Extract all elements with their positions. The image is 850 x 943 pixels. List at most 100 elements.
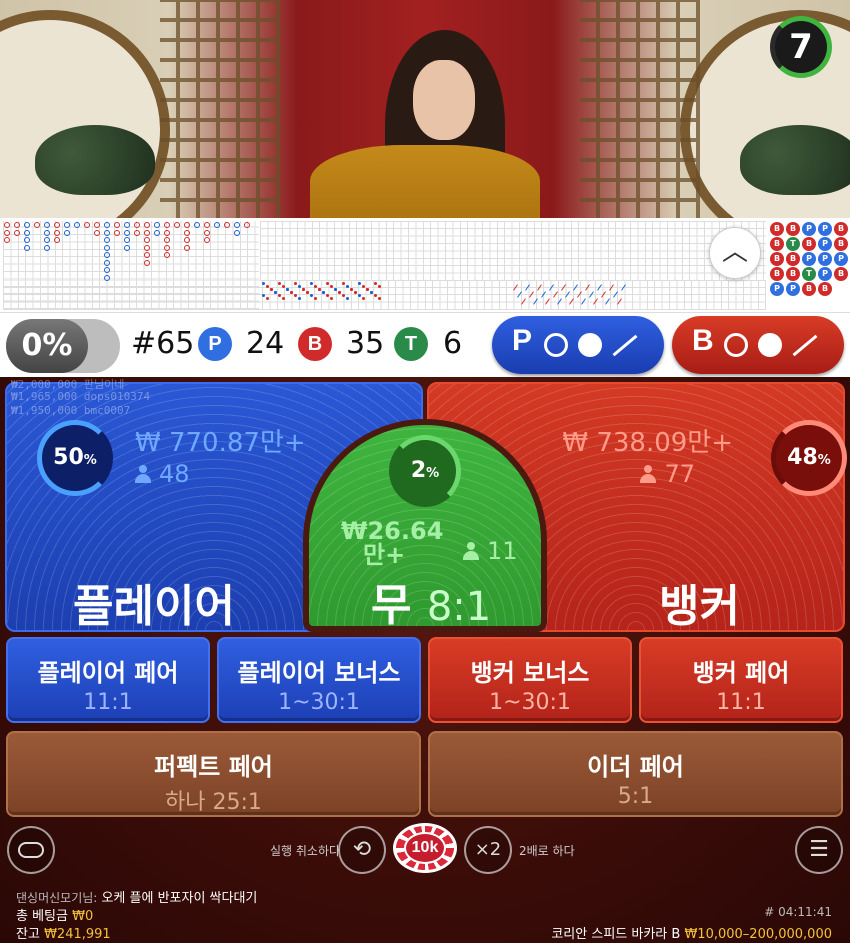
- road-mark: [4, 222, 10, 228]
- player-predict-button[interactable]: P: [492, 316, 664, 374]
- bead-cell: P: [818, 252, 832, 266]
- countdown-timer: 7: [770, 16, 832, 78]
- perfect-pair-title: 퍼펙트 페어: [154, 753, 273, 781]
- derived-road-mark: [378, 285, 381, 288]
- derived-road-mark: [346, 285, 349, 288]
- derived-road-mark: [274, 291, 277, 294]
- derived-road-mark: [262, 282, 265, 285]
- derived-road-mark: [266, 297, 269, 300]
- tie-badge: T: [394, 327, 428, 361]
- bead-cell: P: [818, 267, 832, 281]
- derived-road-mark: [350, 288, 353, 291]
- derived-road-mark: [266, 285, 269, 288]
- road-mark: [14, 222, 20, 228]
- road-mark: [134, 229, 140, 236]
- chat-icon: [18, 842, 44, 858]
- tie-amount-line1: ₩26.64: [341, 517, 444, 545]
- road-mark: [4, 237, 10, 243]
- slash-icon: [792, 334, 818, 357]
- road-mark: [24, 244, 30, 251]
- tie-bettor-count-value: 11: [487, 537, 518, 565]
- undo-button[interactable]: ⟲: [338, 826, 386, 874]
- banker-pair-bet[interactable]: 뱅커 페어 11:1: [639, 637, 843, 723]
- double-icon: ×2: [474, 839, 502, 860]
- bead-cell: B: [834, 222, 848, 236]
- bonsai-left: [35, 125, 155, 195]
- bead-cell: P: [786, 282, 800, 296]
- road-mark: [84, 222, 90, 228]
- road-mark: [44, 222, 50, 228]
- bead-cell: B: [802, 282, 816, 296]
- road-mark: [144, 237, 150, 243]
- derived-road-mark: [282, 285, 285, 288]
- chat-user: 댄싱머신모기님:: [16, 891, 98, 905]
- road-mark: [104, 252, 110, 258]
- road-mark: [14, 229, 20, 236]
- dealer-body: [310, 145, 540, 218]
- banker-percent-value: 48: [787, 445, 818, 470]
- bead-cell: B: [786, 267, 800, 281]
- player-bonus-bet[interactable]: 플레이어 보너스 1~30:1: [217, 637, 421, 723]
- road-mark: [54, 222, 60, 228]
- game-id: # 04:11:41: [764, 905, 832, 919]
- bead-cell: B: [770, 237, 784, 251]
- road-mark: [124, 222, 130, 228]
- bead-cell: T: [802, 267, 816, 281]
- either-pair-odds: 5:1: [617, 784, 654, 809]
- road-mark: [44, 237, 50, 243]
- bead-cell: B: [818, 282, 832, 296]
- road-mark: [104, 237, 110, 243]
- road-mark: [74, 222, 80, 228]
- either-pair-title: 이더 페어: [587, 753, 684, 781]
- player-pair-odds: 11:1: [83, 690, 133, 715]
- road-mark: [94, 222, 100, 228]
- derived-road-mark: [342, 282, 345, 285]
- bead-cell: P: [802, 252, 816, 266]
- percent-toggle-knob[interactable]: 0%: [6, 319, 88, 373]
- player-pair-bet[interactable]: 플레이어 페어 11:1: [6, 637, 210, 723]
- banker-predict-button[interactable]: B: [672, 316, 844, 374]
- double-button[interactable]: ×2: [464, 826, 512, 874]
- table-name: 코리안 스피드 바카라 B: [551, 927, 681, 942]
- derived-road-mark: [302, 288, 305, 291]
- derived-road-mark: [338, 291, 341, 294]
- hollow-circle-icon: [724, 333, 748, 357]
- percent-toggle[interactable]: 0%: [6, 319, 120, 373]
- total-bet-value: ₩0: [72, 909, 94, 924]
- road-mark: [34, 222, 40, 228]
- road-mark: [184, 244, 190, 251]
- road-mark: [174, 222, 180, 228]
- roadmap-expand-button[interactable]: ︿: [709, 227, 761, 279]
- either-pair-bet[interactable]: 이더 페어 5:1: [428, 731, 843, 817]
- road-mark: [104, 244, 110, 251]
- menu-button[interactable]: ☰: [795, 826, 843, 874]
- road-mark: [164, 244, 170, 251]
- tie-percent-circle: 2%: [389, 435, 461, 507]
- percent-sign: %: [83, 453, 97, 468]
- derived-road-mark: [322, 291, 325, 294]
- chip-selector[interactable]: 10k: [393, 823, 457, 873]
- road-mark: [94, 229, 100, 236]
- chat-toggle-button[interactable]: [7, 826, 55, 874]
- road-mark: [234, 222, 240, 228]
- road-mark: [24, 222, 30, 228]
- chip-value: 10k: [404, 832, 446, 864]
- bead-cell: B: [802, 237, 816, 251]
- derived-road-mark: [326, 282, 329, 285]
- road-mark: [144, 252, 150, 258]
- player-bettor-count: 48: [135, 460, 190, 488]
- perfect-pair-bet[interactable]: 퍼펙트 페어 하나 25:1: [6, 731, 421, 817]
- banker-percent-circle: 48%: [771, 420, 847, 496]
- player-bet-amount: ₩ 770.87만+: [135, 428, 306, 458]
- round-number: #65: [131, 326, 195, 361]
- road-mark: [144, 259, 150, 266]
- undo-label: 실행 취소하다: [270, 844, 341, 858]
- road-mark: [144, 222, 150, 228]
- banker-bonus-bet[interactable]: 뱅커 보너스 1~30:1: [428, 637, 632, 723]
- road-mark: [184, 222, 190, 228]
- bead-cell: P: [834, 252, 848, 266]
- tie-label-text: 무: [371, 580, 412, 631]
- derived-road-grid: [3, 280, 766, 310]
- derived-road-mark: [294, 282, 297, 285]
- banker-pair-title: 뱅커 페어: [692, 659, 790, 687]
